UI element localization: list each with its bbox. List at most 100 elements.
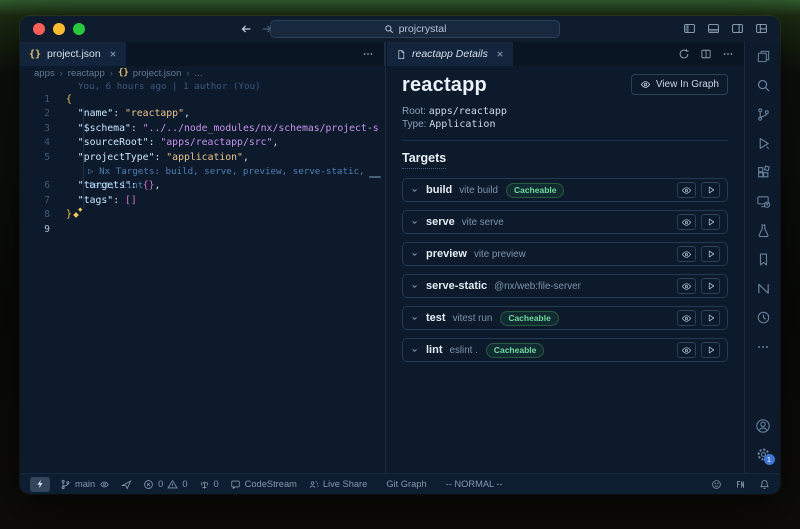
ports-status[interactable]: 0: [199, 479, 219, 490]
refresh-icon[interactable]: [678, 48, 690, 60]
code-line[interactable]: 6 "targets": {},: [20, 179, 385, 193]
show-target-config-button[interactable]: [677, 310, 696, 326]
show-target-config-button[interactable]: [677, 278, 696, 294]
customize-layout-icon[interactable]: [755, 22, 768, 35]
activity-item-bookmarks[interactable]: [745, 245, 780, 274]
remote-indicator[interactable]: [30, 477, 50, 492]
split-editor-icon[interactable]: [700, 48, 712, 60]
show-target-config-button[interactable]: [677, 182, 696, 198]
chevron-down-icon[interactable]: [410, 314, 419, 323]
activity-item-extensions[interactable]: [745, 158, 780, 187]
command-center-search[interactable]: projcrystal: [270, 20, 560, 38]
back-icon[interactable]: [239, 22, 253, 36]
feedback-status[interactable]: [711, 479, 722, 490]
run-target-button[interactable]: [701, 278, 720, 294]
code-line[interactable]: 7 "tags": []: [20, 194, 385, 208]
vim-mode-status[interactable]: -- NORMAL --: [446, 479, 503, 489]
activity-item-remote-explorer[interactable]: [745, 187, 780, 216]
code-line-content: }: [66, 208, 385, 222]
activity-item-files[interactable]: [745, 42, 780, 71]
line-number: 2: [20, 107, 66, 121]
breadcrumb-item[interactable]: apps: [34, 68, 55, 79]
code-line[interactable]: 8}: [20, 208, 385, 222]
chevron-down-icon[interactable]: [410, 186, 419, 195]
run-target-button[interactable]: [701, 310, 720, 326]
target-row-build[interactable]: buildvite buildCacheable: [402, 178, 728, 202]
nx-targets-codelens[interactable]: ▷ Nx Targets: build, serve, preview, ser…: [20, 165, 385, 179]
codestream-status[interactable]: CodeStream: [230, 479, 297, 490]
chevron-down-icon[interactable]: [410, 218, 419, 227]
testing-icon: [756, 223, 771, 238]
root-label: Root:: [402, 106, 426, 117]
show-target-config-button[interactable]: [677, 214, 696, 230]
activity-item-source-control[interactable]: [745, 100, 780, 129]
tab-project-json[interactable]: {} project.json: [20, 42, 127, 66]
close-window-button[interactable]: [33, 23, 45, 35]
show-target-config-button[interactable]: [677, 246, 696, 262]
target-row-preview[interactable]: previewvite preview: [402, 242, 728, 266]
chevron-down-icon[interactable]: [410, 282, 419, 291]
more-actions-icon[interactable]: [362, 48, 374, 60]
toggle-panel-icon[interactable]: [707, 22, 720, 35]
misc-status[interactable]: [735, 479, 746, 490]
line-number: 7: [20, 194, 66, 208]
live-share-label: Live Share: [323, 479, 367, 489]
code-line[interactable]: 1{: [20, 93, 385, 107]
run-target-button[interactable]: [701, 246, 720, 262]
activity-item-timeline[interactable]: [745, 303, 780, 332]
activity-item-more[interactable]: [745, 332, 780, 361]
cacheable-badge: Cacheable: [486, 343, 545, 358]
cacheable-badge: Cacheable: [506, 183, 565, 198]
send-icon: [121, 479, 132, 490]
warning-count: 0: [182, 479, 187, 489]
activity-bottom: 1: [745, 411, 780, 469]
target-row-test[interactable]: testvitest runCacheable: [402, 306, 728, 330]
run-target-button[interactable]: [701, 342, 720, 358]
code-line[interactable]: 3 "$schema": "../../node_modules/nx/sche…: [20, 122, 385, 136]
code-line[interactable]: 4 "sourceRoot": "apps/reactapp/src",: [20, 136, 385, 150]
target-row-serve[interactable]: servevite serve: [402, 210, 728, 234]
git-graph-status[interactable]: Git Graph: [386, 479, 426, 489]
chevron-down-icon[interactable]: [410, 250, 419, 259]
target-name: lint: [426, 344, 443, 356]
settings-gear-icon[interactable]: 1: [745, 440, 780, 469]
git-branch-status[interactable]: main: [60, 479, 110, 490]
target-row-serve-static[interactable]: serve-static@nx/web:file-server: [402, 274, 728, 298]
breadcrumb-item[interactable]: reactapp: [68, 68, 105, 79]
chevron-down-icon[interactable]: [410, 346, 419, 355]
close-tab-icon[interactable]: [109, 50, 117, 58]
ports-count: 0: [214, 479, 219, 489]
activity-item-nx-console[interactable]: [745, 274, 780, 303]
activity-item-search[interactable]: [745, 71, 780, 100]
code-line[interactable]: 9: [20, 223, 385, 237]
minimize-window-button[interactable]: [53, 23, 65, 35]
accounts-icon[interactable]: [745, 411, 780, 440]
code-line[interactable]: 5 "projectType": "application",: [20, 151, 385, 165]
toggle-primary-sidebar-icon[interactable]: [683, 22, 696, 35]
json-file-icon: {}: [29, 49, 41, 60]
activity-item-testing[interactable]: [745, 216, 780, 245]
show-target-config-button[interactable]: [677, 342, 696, 358]
close-tab-icon[interactable]: [496, 50, 504, 58]
publish-status[interactable]: [121, 479, 132, 490]
tab-reactapp-details[interactable]: reactapp Details: [387, 42, 514, 66]
breadcrumb-item[interactable]: project.json: [133, 68, 182, 79]
view-in-graph-button[interactable]: View In Graph: [631, 74, 728, 95]
breadcrumb-item[interactable]: ...: [195, 68, 203, 79]
error-icon: [143, 479, 154, 490]
activity-item-run-and-debug[interactable]: [745, 129, 780, 158]
toggle-secondary-sidebar-icon[interactable]: [731, 22, 744, 35]
target-row-lint[interactable]: linteslint .Cacheable: [402, 338, 728, 362]
more-actions-icon[interactable]: [722, 48, 734, 60]
zoom-window-button[interactable]: [73, 23, 85, 35]
code-line-content: "name": "reactapp",: [66, 107, 385, 121]
code-line[interactable]: 2 "name": "reactapp",: [20, 107, 385, 121]
breadcrumb[interactable]: apps›reactapp›{}project.json›...: [20, 66, 385, 80]
activity-top: [745, 42, 780, 361]
run-target-button[interactable]: [701, 214, 720, 230]
run-target-button[interactable]: [701, 182, 720, 198]
live-share-status[interactable]: Live Share: [308, 479, 367, 490]
misc-status-icon: [735, 479, 746, 490]
problems-status[interactable]: 0 0: [143, 479, 187, 490]
notifications-status[interactable]: [759, 479, 770, 490]
